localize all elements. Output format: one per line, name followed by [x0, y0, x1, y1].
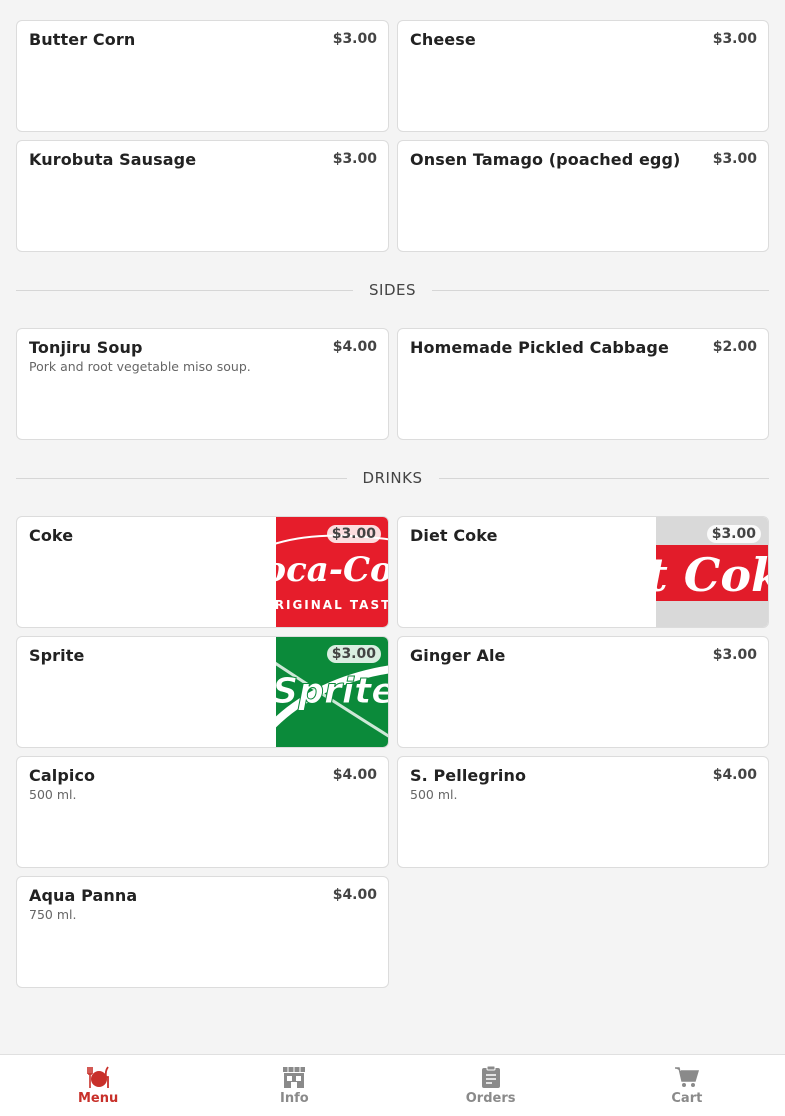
drinks-grid: Coke Coca-Cola ORIGINAL TASTE $3.00 Diet… — [0, 516, 785, 988]
nav-cart[interactable]: Cart — [589, 1055, 785, 1116]
menu-item-card[interactable]: Tonjiru Soup Pork and root vegetable mis… — [16, 328, 389, 440]
item-name: Tonjiru Soup — [29, 338, 143, 357]
sprite-logo-text: Sprite — [276, 671, 388, 712]
item-price: $3.00 — [712, 31, 757, 47]
coke-logo-text: Coca-Cola — [276, 550, 388, 590]
item-name: S. Pellegrino — [410, 766, 527, 785]
item-price: $3.00 — [706, 525, 761, 543]
menu-item-card[interactable]: Kurobuta Sausage $3.00 — [16, 140, 389, 252]
coke-logo-subtext: ORIGINAL TASTE — [276, 598, 388, 612]
section-header-drinks: DRINKS — [0, 440, 785, 516]
item-name: Cheese — [410, 30, 476, 49]
menu-item-card[interactable]: Sprite Sprite $3.00 — [16, 636, 389, 748]
item-description: 500 ml. — [410, 787, 458, 802]
fork-knife-plate-icon — [87, 1066, 110, 1088]
nav-label: Cart — [671, 1091, 703, 1106]
divider — [16, 477, 347, 479]
sides-grid: Tonjiru Soup Pork and root vegetable mis… — [0, 328, 785, 440]
diet-coke-logo-text: Diet Coke — [656, 548, 768, 602]
item-price: $4.00 — [712, 767, 757, 783]
bottom-nav: Menu Info Orders Cart — [0, 1054, 785, 1116]
item-description: Pork and root vegetable miso soup. — [29, 359, 251, 374]
item-name: Butter Corn — [29, 30, 136, 49]
menu-item-card[interactable]: Homemade Pickled Cabbage $2.00 — [397, 328, 769, 440]
divider — [432, 289, 769, 291]
item-price: $3.00 — [326, 645, 381, 663]
store-icon — [283, 1067, 306, 1088]
item-price: $3.00 — [326, 525, 381, 543]
item-name: Onsen Tamago (poached egg) — [410, 150, 681, 169]
item-description: 750 ml. — [29, 907, 77, 922]
menu-item-card[interactable]: Diet Coke Diet Coke $3.00 — [397, 516, 769, 628]
item-name: Ginger Ale — [410, 646, 506, 665]
section-title: DRINKS — [362, 469, 423, 487]
item-price: $2.00 — [712, 339, 757, 355]
menu-item-card[interactable]: S. Pellegrino 500 ml. $4.00 — [397, 756, 769, 868]
item-name: Diet Coke — [410, 526, 498, 545]
cart-icon — [674, 1067, 699, 1087]
menu-item-card[interactable]: Aqua Panna 750 ml. $4.00 — [16, 876, 389, 988]
menu-item-card[interactable]: Onsen Tamago (poached egg) $3.00 — [397, 140, 769, 252]
item-name: Aqua Panna — [29, 886, 138, 905]
divider — [16, 289, 353, 291]
menu-item-card[interactable]: Coke Coca-Cola ORIGINAL TASTE $3.00 — [16, 516, 389, 628]
item-description: 500 ml. — [29, 787, 77, 802]
menu-item-card[interactable]: Ginger Ale $3.00 — [397, 636, 769, 748]
menu-item-card[interactable]: Cheese $3.00 — [397, 20, 769, 132]
item-name: Homemade Pickled Cabbage — [410, 338, 669, 357]
section-title: SIDES — [369, 281, 416, 299]
section-header-sides: SIDES — [0, 252, 785, 328]
nav-label: Menu — [77, 1091, 119, 1106]
item-price: $3.00 — [332, 31, 377, 47]
clipboard-icon — [481, 1065, 500, 1088]
item-price: $4.00 — [332, 887, 377, 903]
item-name: Calpico — [29, 766, 96, 785]
item-price: $3.00 — [712, 647, 757, 663]
item-price: $3.00 — [332, 151, 377, 167]
item-price: $3.00 — [712, 151, 757, 167]
nav-label: Info — [280, 1091, 309, 1106]
nav-label: Orders — [465, 1091, 516, 1106]
toppings-grid: Butter Corn $3.00 Cheese $3.00 Kurobuta … — [0, 20, 785, 252]
nav-menu[interactable]: Menu — [0, 1055, 196, 1116]
menu-list[interactable]: Butter Corn $3.00 Cheese $3.00 Kurobuta … — [0, 0, 785, 1054]
divider — [438, 477, 770, 479]
nav-info[interactable]: Info — [196, 1055, 392, 1116]
item-price: $4.00 — [332, 767, 377, 783]
item-name: Kurobuta Sausage — [29, 150, 197, 169]
item-price: $4.00 — [332, 339, 377, 355]
item-name: Sprite — [29, 646, 85, 665]
menu-item-card[interactable]: Butter Corn $3.00 — [16, 20, 389, 132]
menu-item-card[interactable]: Calpico 500 ml. $4.00 — [16, 756, 389, 868]
item-name: Coke — [29, 526, 74, 545]
nav-orders[interactable]: Orders — [393, 1055, 589, 1116]
